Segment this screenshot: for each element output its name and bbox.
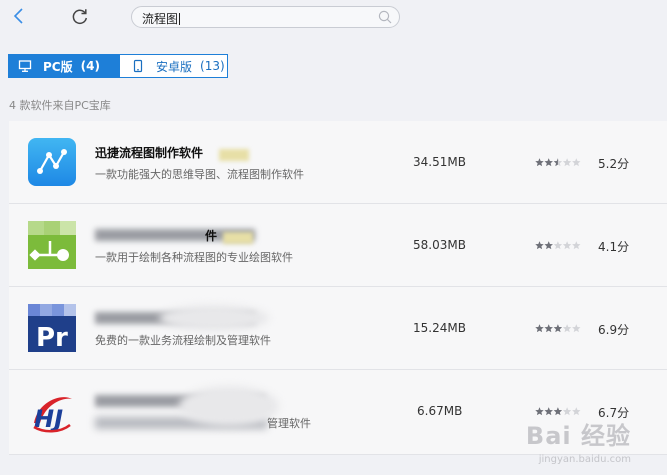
list-item[interactable]: 迅捷流程图制作软件 一款功能强大的思维导图、流程图制作软件 34.51MB 5.… [9, 121, 667, 204]
redaction-blur [159, 305, 269, 331]
app-name[interactable]: 迅捷流程图制作软件 [95, 144, 203, 161]
star-filled [544, 241, 553, 250]
list-item[interactable]: Pr 免费的一款业务流程绘制及管理软件 15.24MB 6.9分 [9, 287, 667, 370]
app-description: 一款用于绘制各种流程图的专业绘图软件 [95, 251, 293, 264]
star-empty [562, 407, 572, 416]
app-rating: 4.1分 [598, 240, 630, 254]
star-empty [562, 324, 572, 333]
refresh-icon[interactable] [70, 6, 90, 26]
star-rating [535, 241, 581, 250]
tab-android-label: 安卓版 [156, 59, 193, 74]
redaction-blur [179, 386, 279, 426]
app-size: 58.03MB [413, 238, 466, 252]
star-filled [544, 407, 553, 416]
star-empty [572, 241, 581, 250]
search-input[interactable]: 流程图 [131, 6, 400, 28]
star-filled [553, 407, 563, 416]
redaction-blur [223, 232, 253, 244]
app-rating: 6.9分 [598, 323, 630, 337]
flowchart-app-icon [28, 138, 76, 186]
flowchart-app-icon [28, 221, 76, 269]
star-filled [544, 158, 553, 167]
hj-app-icon: HJ [33, 397, 72, 433]
star-empty [553, 241, 563, 250]
top-bar: 流程图 [0, 0, 667, 34]
star-rating [535, 407, 581, 416]
app-description-fragment: 管理软件 [267, 417, 311, 430]
star-filled [535, 407, 544, 416]
app-size: 15.24MB [413, 321, 466, 335]
search-input-value[interactable]: 流程图 [142, 10, 181, 27]
result-count: 4 款软件来自PC宝库 [9, 99, 111, 112]
tab-pc-label: PC版 [43, 59, 73, 74]
app-description: 免费的一款业务流程绘制及管理软件 [95, 334, 271, 347]
star-rating [535, 324, 581, 333]
app-rating: 5.2分 [598, 157, 630, 171]
monitor-icon [18, 60, 32, 72]
app-description: 一款功能强大的思维导图、流程图制作软件 [95, 168, 304, 181]
star-empty [562, 158, 572, 167]
redaction-blur [219, 149, 249, 161]
star-filled [535, 324, 544, 333]
star-empty [572, 158, 581, 167]
watermark-url: jingyan.baidu.com [538, 454, 631, 465]
list-item[interactable]: 件 一款用于绘制各种流程图的专业绘图软件 58.03MB 4.1分 [9, 204, 667, 287]
star-empty [562, 241, 572, 250]
star-filled [544, 324, 553, 333]
platform-tabs: PC版 (4) 安卓版 (13) [8, 54, 228, 78]
star-filled [535, 241, 544, 250]
chevron-left-icon[interactable] [11, 6, 27, 26]
app-size: 6.67MB [417, 404, 463, 418]
app-size: 34.51MB [413, 155, 466, 169]
phone-icon [133, 59, 143, 73]
tab-pc[interactable]: PC版 (4) [8, 54, 120, 78]
star-filled [535, 158, 544, 167]
svg-text:Pr: Pr [36, 323, 68, 352]
star-rating [535, 158, 581, 167]
star-empty [572, 407, 581, 416]
star-empty [572, 324, 581, 333]
tab-android[interactable]: 安卓版 (13) [120, 54, 228, 78]
watermark-logo: Bai 经验 [525, 422, 631, 450]
tab-android-count: (13) [200, 59, 225, 73]
star-filled [553, 324, 563, 333]
search-icon[interactable] [377, 9, 393, 25]
tab-pc-count: (4) [80, 59, 100, 73]
pr-app-icon: Pr [28, 304, 76, 352]
app-name-fragment[interactable]: 件 [205, 227, 217, 244]
